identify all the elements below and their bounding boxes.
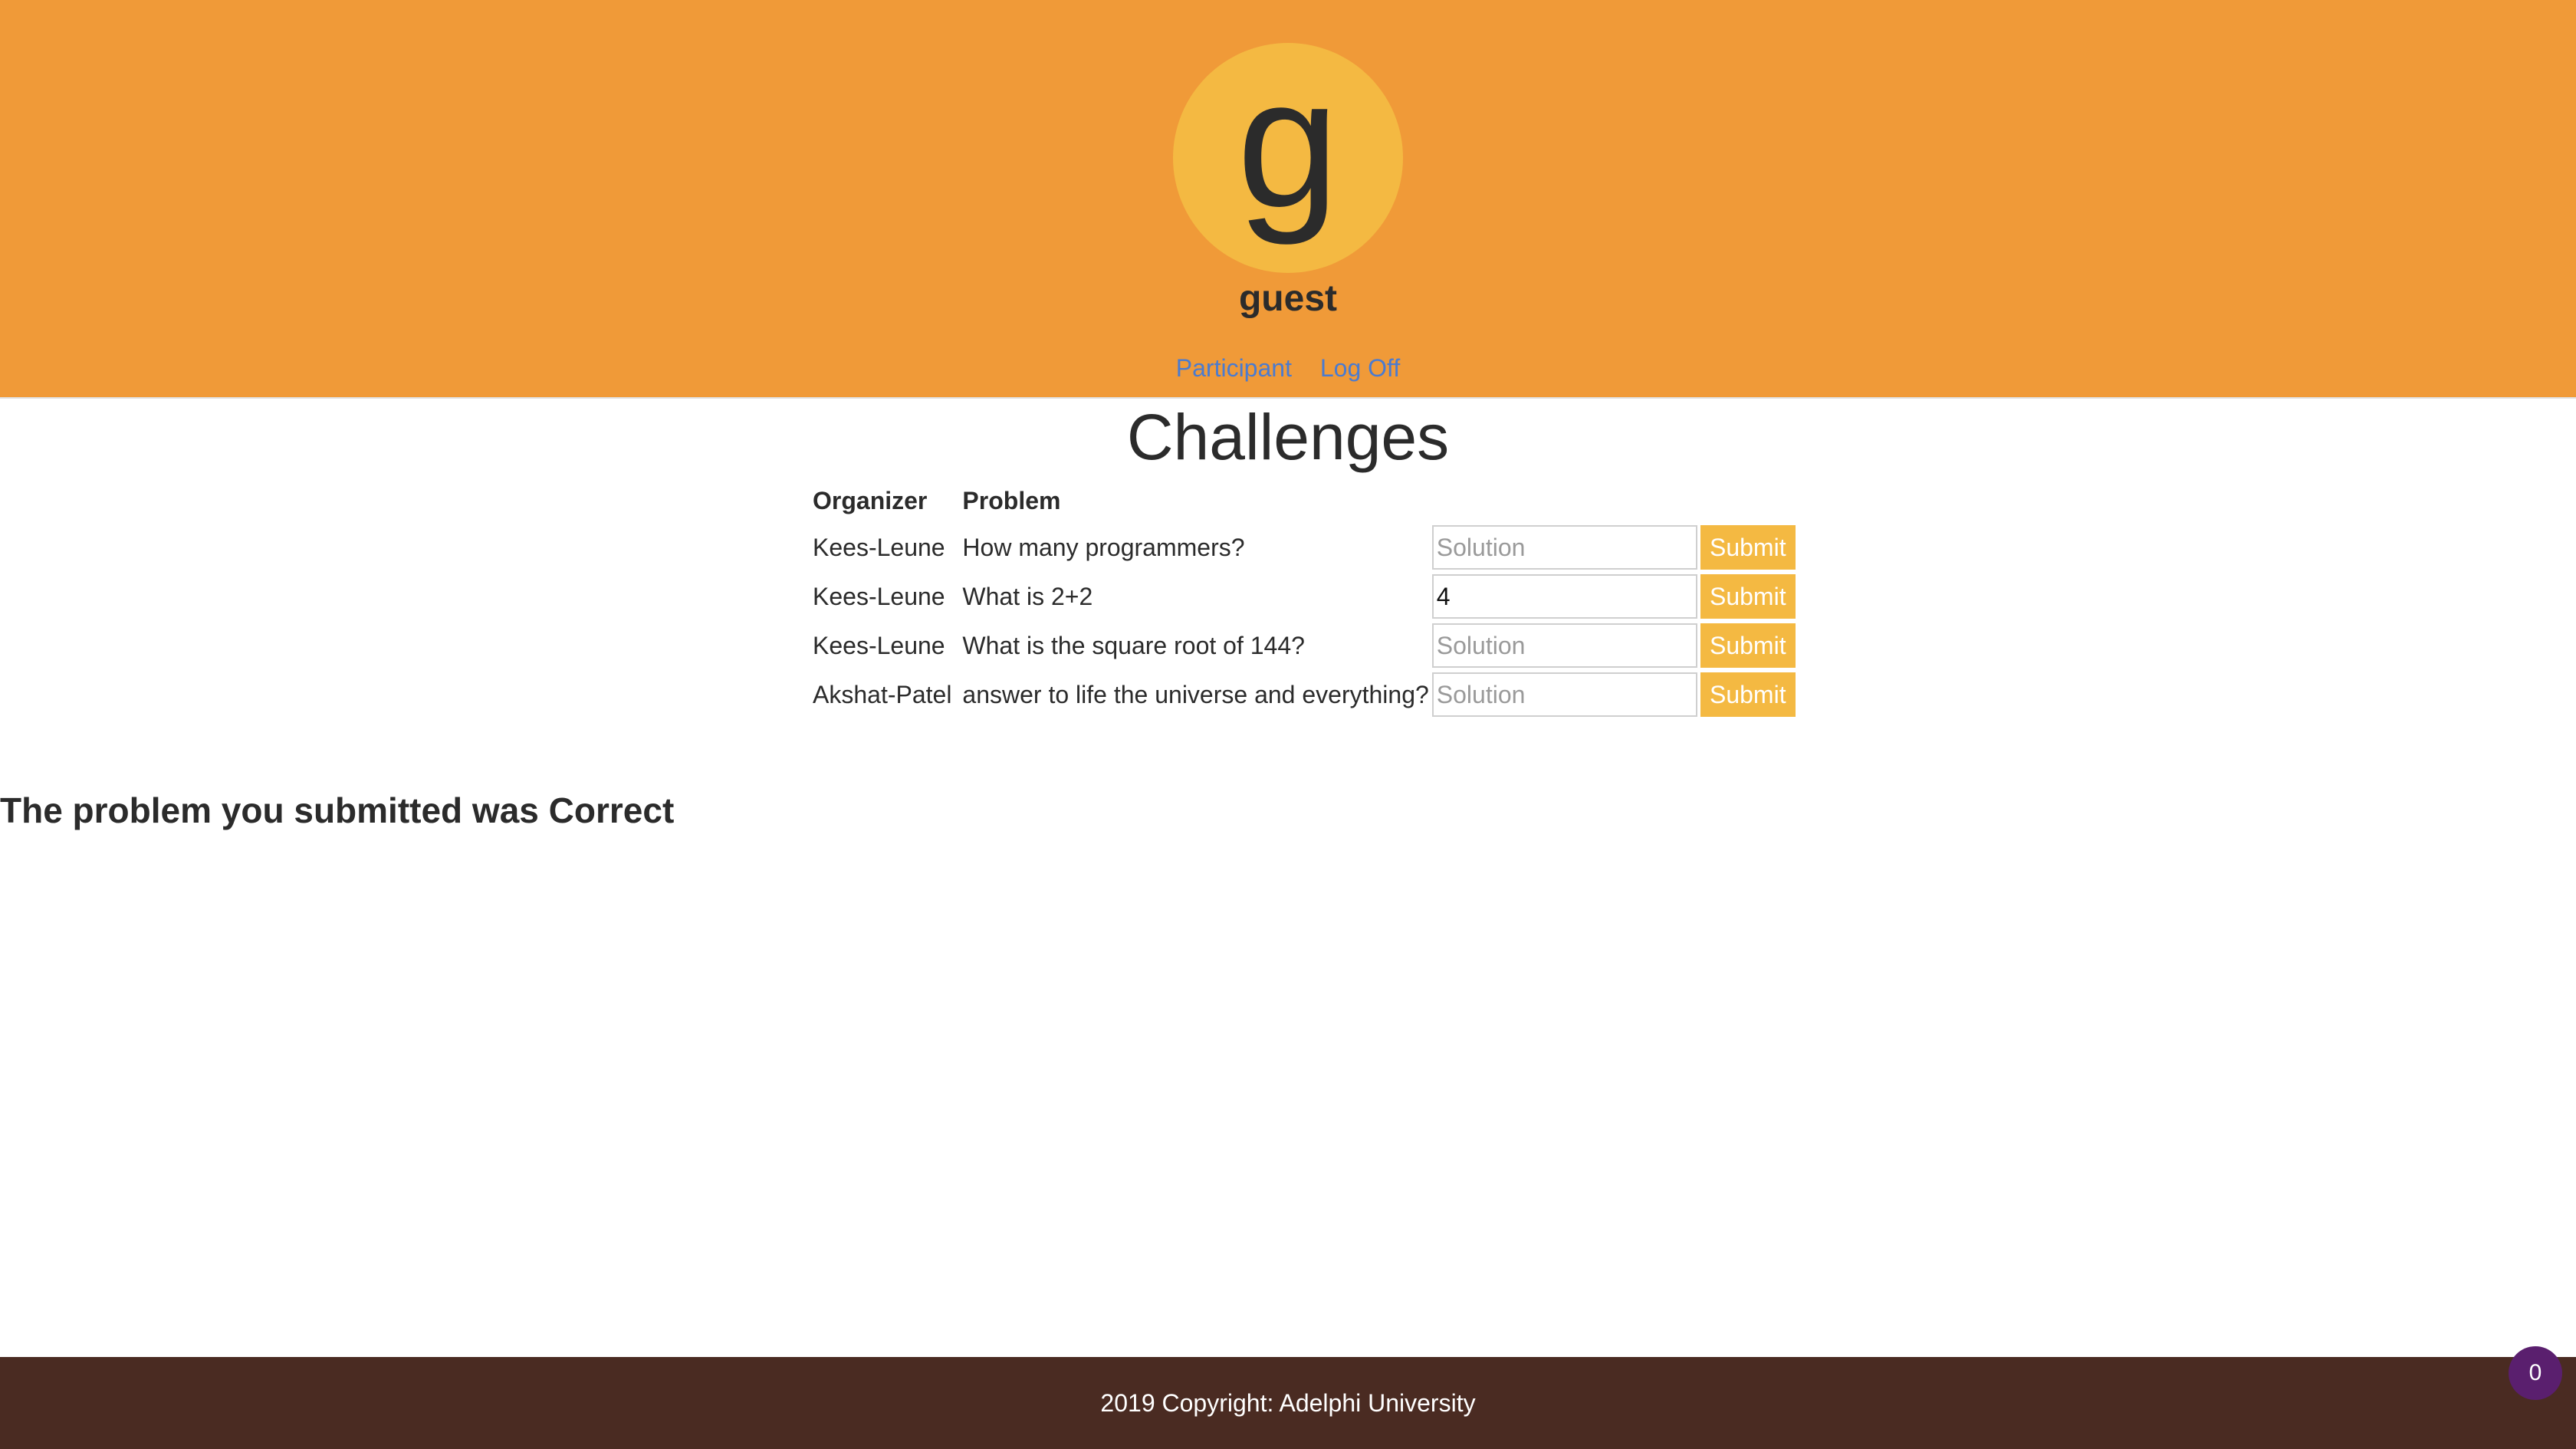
- submit-cell: Submit: [1700, 670, 1799, 719]
- solution-cell: [1431, 572, 1700, 621]
- footer: 2019 Copyright: Adelphi University: [0, 1357, 2576, 1449]
- challenges-table: Organizer Problem Kees-Leune How many pr…: [813, 485, 1799, 719]
- username: guest: [1238, 278, 1337, 319]
- solution-cell: [1431, 523, 1700, 572]
- table-header-row: Organizer Problem: [813, 485, 1799, 523]
- submit-cell: Submit: [1700, 523, 1799, 572]
- nav-link-participant[interactable]: Participant: [1176, 354, 1292, 382]
- page: g guest Participant Log Off Challenges O…: [0, 0, 2576, 1449]
- problem-cell: answer to life the universe and everythi…: [962, 680, 1429, 708]
- problem-cell: How many programmers?: [962, 533, 1245, 561]
- solution-input[interactable]: [1431, 525, 1697, 570]
- submit-cell: Submit: [1700, 621, 1799, 670]
- table-row: Kees-Leune How many programmers? Submit: [813, 523, 1799, 572]
- challenges-table-container: Organizer Problem Kees-Leune How many pr…: [813, 485, 1799, 719]
- organizer-cell: Akshat-Patel: [813, 680, 952, 708]
- table-row: Kees-Leune What is 2+2 Submit: [813, 572, 1799, 621]
- solution-input[interactable]: [1431, 672, 1697, 717]
- table-row: Kees-Leune What is the square root of 14…: [813, 621, 1799, 670]
- badge-count: 0: [2528, 1360, 2542, 1385]
- submit-button[interactable]: Submit: [1700, 672, 1796, 717]
- header-nav: Participant Log Off: [0, 354, 2576, 383]
- column-header-submit: [1700, 485, 1799, 523]
- column-header-organizer: Organizer: [813, 486, 928, 514]
- page-title: Challenges: [1126, 401, 1450, 473]
- copyright-text: 2019 Copyright: Adelphi University: [1100, 1388, 1476, 1417]
- solution-cell: [1431, 670, 1700, 719]
- submit-button[interactable]: Submit: [1700, 623, 1796, 668]
- solution-input[interactable]: [1431, 623, 1697, 668]
- profile-header: g guest Participant Log Off: [0, 0, 2576, 399]
- problem-cell: What is the square root of 144?: [962, 631, 1305, 659]
- avatar-letter: g: [1237, 40, 1339, 245]
- nav-link-log-off[interactable]: Log Off: [1320, 354, 1400, 382]
- submit-button[interactable]: Submit: [1700, 525, 1796, 570]
- column-header-problem: Problem: [962, 486, 1061, 514]
- organizer-cell: Kees-Leune: [813, 582, 945, 610]
- solution-cell: [1431, 621, 1700, 670]
- submit-button[interactable]: Submit: [1700, 574, 1796, 619]
- problem-cell: What is 2+2: [962, 582, 1093, 610]
- organizer-cell: Kees-Leune: [813, 631, 945, 659]
- avatar: g: [1173, 43, 1403, 273]
- solution-input[interactable]: [1431, 574, 1697, 619]
- table-row: Akshat-Patel answer to life the universe…: [813, 670, 1799, 719]
- column-header-solution: [1432, 485, 1700, 523]
- result-message: The problem you submitted was Correct: [0, 790, 675, 830]
- organizer-cell: Kees-Leune: [813, 533, 945, 561]
- submit-cell: Submit: [1700, 572, 1799, 621]
- notification-badge[interactable]: 0: [2509, 1346, 2562, 1400]
